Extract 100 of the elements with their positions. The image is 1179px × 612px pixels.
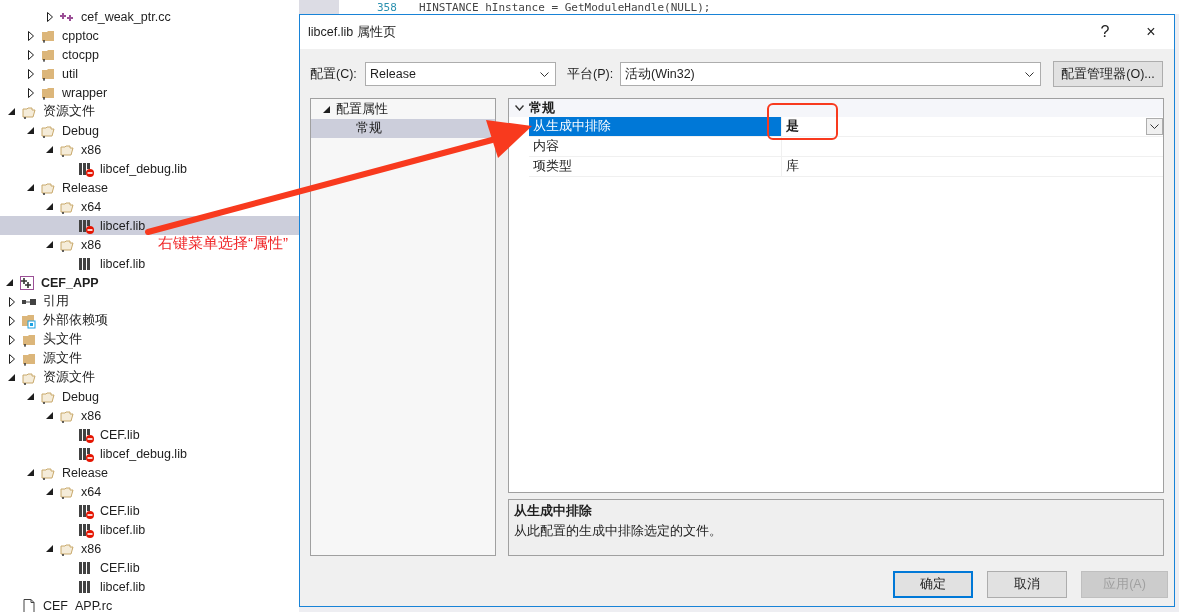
tree-row[interactable]: x64 xyxy=(0,482,106,501)
tree-row[interactable]: 资源文件 xyxy=(0,368,99,387)
tree-item-label: cpptoc xyxy=(62,28,99,43)
tree-row[interactable]: 源文件 xyxy=(0,349,86,368)
close-button[interactable]: × xyxy=(1128,15,1174,49)
tree-row[interactable]: CEF.lib xyxy=(0,501,144,520)
dialog-title: libcef.lib 属性页 xyxy=(308,23,397,41)
tree-item-label: 源文件 xyxy=(43,350,82,367)
collapsed-arrow-icon[interactable] xyxy=(27,30,34,41)
tree-row[interactable]: Release xyxy=(0,178,112,197)
tree-item-label: CEF_APP.rc xyxy=(43,598,113,612)
expanded-arrow-icon[interactable] xyxy=(46,203,53,210)
tree-item-label: libcef_debug.lib xyxy=(100,446,187,461)
tree-item-label: x86 xyxy=(81,237,102,252)
collapsed-arrow-icon[interactable] xyxy=(27,49,34,60)
tree-row[interactable]: Debug xyxy=(0,121,103,140)
tree-row[interactable]: x86 xyxy=(0,406,106,425)
tree-row[interactable]: libcef_debug.lib xyxy=(0,444,191,463)
tree-row[interactable]: libcef_debug.lib xyxy=(0,159,191,178)
collapsed-arrow-icon[interactable] xyxy=(8,296,15,307)
tree-row[interactable]: 资源文件 xyxy=(0,102,99,121)
expanded-arrow-icon[interactable] xyxy=(27,469,34,476)
tree-row[interactable]: libcef.lib xyxy=(0,577,150,596)
expanded-arrow-icon[interactable] xyxy=(46,545,53,552)
tree-row[interactable]: cef_weak_ptr.cc xyxy=(0,7,175,26)
tree-row[interactable]: libcef.lib xyxy=(0,216,299,235)
tree-row[interactable]: CEF_APP xyxy=(0,273,103,292)
expanded-arrow-icon[interactable] xyxy=(46,412,53,419)
expanded-arrow-icon[interactable] xyxy=(46,241,53,248)
chevron-down-icon xyxy=(1150,124,1159,129)
expanded-arrow-icon[interactable] xyxy=(8,374,15,381)
tree-row[interactable]: Debug xyxy=(0,387,103,406)
tree-item-label: util xyxy=(62,66,78,81)
tree-row[interactable]: x86 xyxy=(0,140,106,159)
tree-item-label: 资源文件 xyxy=(43,103,95,120)
tree-item-label: x86 xyxy=(81,541,102,556)
tree-row[interactable]: Release xyxy=(0,463,112,482)
tree-item-label: Release xyxy=(62,180,108,195)
property-name[interactable]: 从生成中排除 xyxy=(529,117,781,136)
tree-item-label: 外部依赖项 xyxy=(43,312,108,329)
help-button[interactable]: ? xyxy=(1082,15,1128,49)
tree-row[interactable]: CEF.lib xyxy=(0,425,144,444)
property-value: 库 xyxy=(786,158,800,175)
tree-row[interactable]: CEF_APP.rc xyxy=(0,596,117,612)
category-row[interactable]: 常规 xyxy=(509,99,1163,117)
collapsed-arrow-icon[interactable] xyxy=(27,68,34,79)
expanded-arrow-icon[interactable] xyxy=(8,108,15,115)
expanded-arrow-icon[interactable] xyxy=(6,279,13,286)
collapsed-arrow-icon[interactable] xyxy=(46,11,53,22)
collapsed-arrow-icon[interactable] xyxy=(8,315,15,326)
dialog-button[interactable]: 取消 xyxy=(987,571,1067,598)
dialog-button[interactable]: 确定 xyxy=(893,571,973,598)
editor-margin xyxy=(299,0,339,14)
tree-row[interactable]: 引用 xyxy=(0,292,73,311)
tree-row[interactable]: libcef.lib xyxy=(0,254,150,273)
config-dropdown[interactable]: Release xyxy=(365,62,556,86)
platform-label: 平台(P): xyxy=(567,65,615,83)
description-title: 从生成中排除 xyxy=(514,503,593,520)
line-number: 358 xyxy=(376,0,398,14)
code-line: HINSTANCE hInstance = GetModuleHandle(NULL); xyxy=(419,0,711,14)
nav-item-label: 配置属性 xyxy=(336,101,388,118)
property-name[interactable]: 内容 xyxy=(529,137,781,156)
property-name[interactable]: 项类型 xyxy=(529,157,781,176)
tree-item-label: wrapper xyxy=(62,85,108,100)
collapsed-arrow-icon[interactable] xyxy=(27,87,34,98)
nav-item[interactable]: 常规 xyxy=(311,119,495,138)
expanded-arrow-icon[interactable] xyxy=(27,127,34,134)
tree-item-label: 头文件 xyxy=(43,331,82,348)
tree-row[interactable]: libcef.lib xyxy=(0,520,150,539)
tree-row[interactable]: wrapper xyxy=(0,83,112,102)
tree-row[interactable]: 头文件 xyxy=(0,330,86,349)
platform-dropdown[interactable]: 活动(Win32) xyxy=(620,62,1041,86)
tree-item-label: Debug xyxy=(62,389,99,404)
tree-row[interactable]: 外部依赖项 xyxy=(0,311,112,330)
expanded-arrow-icon[interactable] xyxy=(46,488,53,495)
tree-row[interactable]: util xyxy=(0,64,82,83)
tree-row[interactable]: x86 xyxy=(0,539,106,558)
expanded-arrow-icon[interactable] xyxy=(46,146,53,153)
nav-item[interactable]: 配置属性 xyxy=(311,100,392,119)
tree-row[interactable]: x64 xyxy=(0,197,106,216)
config-label: 配置(C): xyxy=(310,65,358,83)
tree-row[interactable]: CEF.lib xyxy=(0,558,144,577)
tree-row[interactable]: ctocpp xyxy=(0,45,103,64)
tree-item-label: CEF.lib xyxy=(100,503,140,518)
expanded-arrow-icon[interactable] xyxy=(323,106,330,113)
expanded-arrow-icon[interactable] xyxy=(27,393,34,400)
tree-item-label: CEF.lib xyxy=(100,427,140,442)
tree-item-label: cef_weak_ptr.cc xyxy=(81,9,171,24)
tree-item-label: libcef.lib xyxy=(100,218,146,233)
annotation-text: 右键菜单选择“属性” xyxy=(158,234,288,253)
tree-item-label: CEF.lib xyxy=(100,560,140,575)
expanded-arrow-icon[interactable] xyxy=(27,184,34,191)
dropdown-button[interactable] xyxy=(1146,118,1163,135)
tree-item-label: Debug xyxy=(62,123,99,138)
collapsed-arrow-icon[interactable] xyxy=(8,334,15,345)
tree-row[interactable]: cpptoc xyxy=(0,26,103,45)
tree-row[interactable]: x86 xyxy=(0,235,106,254)
collapsed-arrow-icon[interactable] xyxy=(8,353,15,364)
tree-item-label: libcef.lib xyxy=(100,256,146,271)
configuration-manager-button[interactable]: 配置管理器(O)... xyxy=(1053,61,1163,87)
